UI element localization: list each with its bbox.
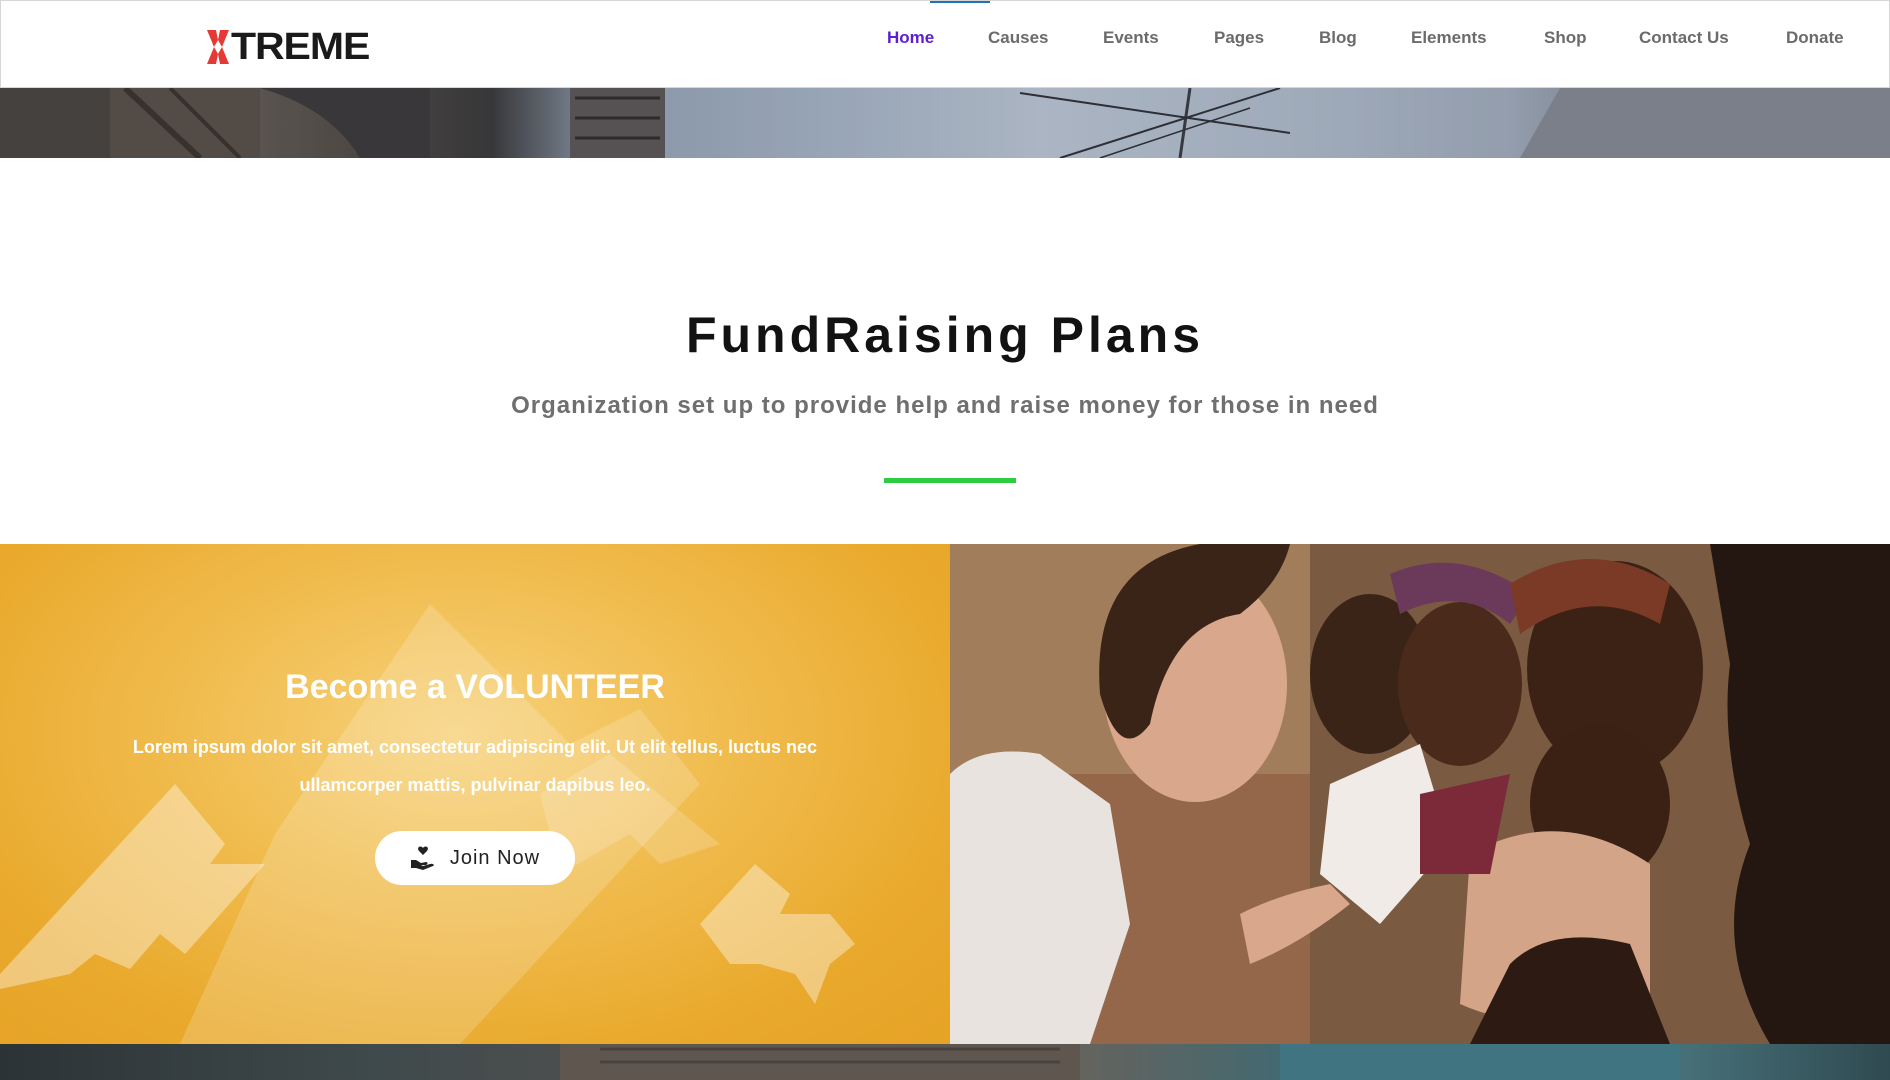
nav-active-indicator bbox=[930, 1, 990, 3]
nav-item-events[interactable]: Events bbox=[1103, 28, 1159, 48]
bottom-banner-image bbox=[0, 1044, 1890, 1080]
section-subtitle: Organization set up to provide help and … bbox=[511, 392, 1379, 419]
nav-item-blog[interactable]: Blog bbox=[1319, 28, 1357, 48]
top-banner-overlay bbox=[0, 88, 1890, 158]
nav-item-home[interactable]: Home bbox=[887, 28, 934, 48]
nav-item-elements[interactable]: Elements bbox=[1411, 28, 1487, 48]
hand-heart-icon bbox=[410, 846, 434, 870]
nav-item-pages[interactable]: Pages bbox=[1214, 28, 1264, 48]
volunteer-title: Become a VOLUNTEER bbox=[285, 668, 665, 706]
join-now-button[interactable]: Join Now bbox=[375, 831, 575, 885]
nav-item-causes[interactable]: Causes bbox=[988, 28, 1048, 48]
volunteer-photo-illustration bbox=[950, 544, 1890, 1044]
top-banner-image bbox=[0, 88, 1890, 158]
bottom-banner-illustration bbox=[560, 1044, 1680, 1080]
main-navigation: Home Causes Events Pages Blog Elements S… bbox=[1, 1, 1890, 89]
title-divider bbox=[884, 478, 1016, 483]
section-title: FundRaising Plans bbox=[685, 307, 1205, 363]
nav-item-contact-us[interactable]: Contact Us bbox=[1639, 28, 1729, 48]
volunteer-photo bbox=[950, 544, 1890, 1044]
nav-item-donate[interactable]: Donate bbox=[1786, 28, 1844, 48]
volunteer-description: Lorem ipsum dolor sit amet, consectetur … bbox=[132, 737, 818, 795]
join-now-label: Join Now bbox=[449, 846, 541, 869]
volunteer-panel: Become a VOLUNTEER Lorem ipsum dolor sit… bbox=[0, 544, 950, 1044]
nav-item-shop[interactable]: Shop bbox=[1544, 28, 1587, 48]
site-header: TREME Home Causes Events Pages Blog Elem… bbox=[0, 0, 1890, 88]
